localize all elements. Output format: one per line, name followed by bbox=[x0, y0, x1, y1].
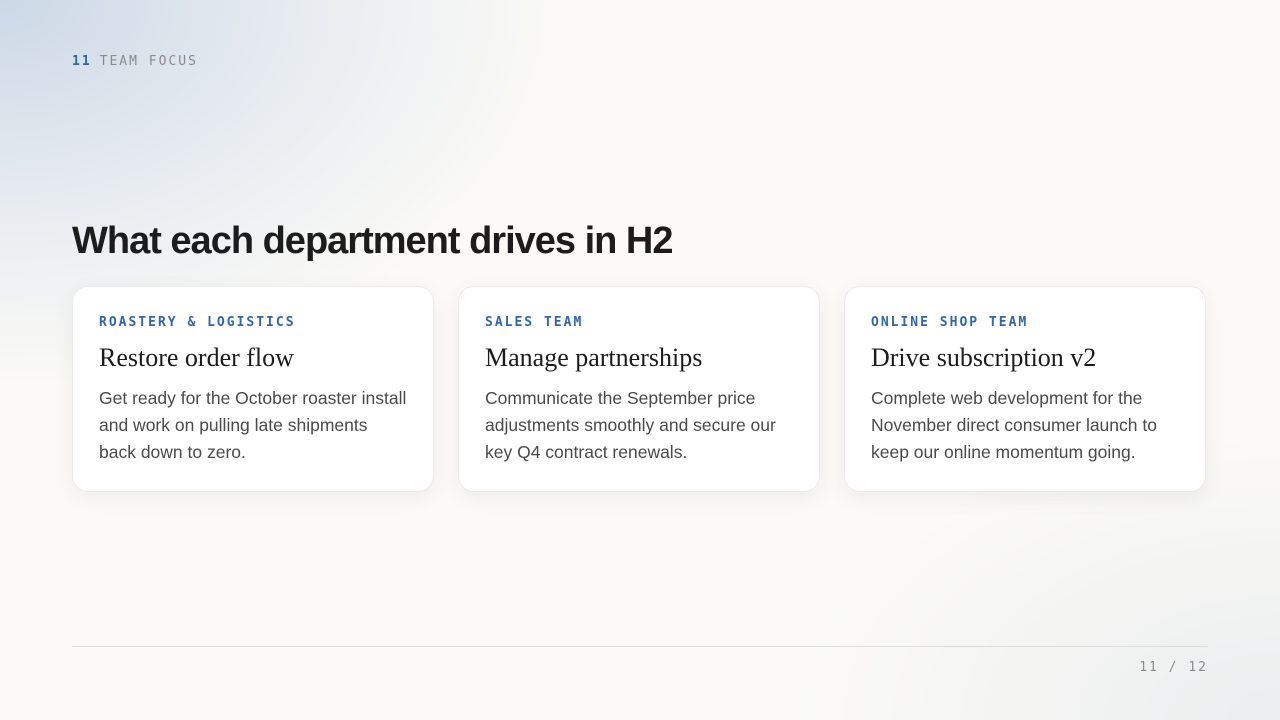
department-card-roastery: ROASTERY & LOGISTICS Restore order flow … bbox=[72, 286, 434, 492]
department-card-online-shop: ONLINE SHOP TEAM Drive subscription v2 C… bbox=[844, 286, 1206, 492]
card-title: Manage partnerships bbox=[485, 343, 703, 372]
section-label: TEAM FOCUS bbox=[99, 54, 198, 69]
card-title: Restore order flow bbox=[99, 343, 294, 372]
card-body: Complete web development for the Novembe… bbox=[871, 388, 1157, 463]
department-card-sales: SALES TEAM Manage partnerships Communica… bbox=[458, 286, 820, 492]
section-number: 11 bbox=[72, 54, 92, 69]
section-eyebrow: 11 TEAM FOCUS bbox=[72, 54, 198, 69]
slide-title: What each department drives in H2 bbox=[72, 220, 673, 262]
footer-divider bbox=[72, 646, 1208, 647]
department-cards: ROASTERY & LOGISTICS Restore order flow … bbox=[72, 286, 1206, 492]
card-title: Drive subscription v2 bbox=[871, 343, 1097, 372]
card-tag: ONLINE SHOP TEAM bbox=[871, 315, 1029, 330]
card-body: Communicate the September price adjustme… bbox=[485, 388, 776, 463]
card-tag: SALES TEAM bbox=[485, 315, 584, 330]
card-tag: ROASTERY & LOGISTICS bbox=[99, 315, 296, 330]
page-counter: 11 / 12 bbox=[1139, 660, 1208, 675]
card-body: Get ready for the October roaster instal… bbox=[99, 388, 407, 463]
